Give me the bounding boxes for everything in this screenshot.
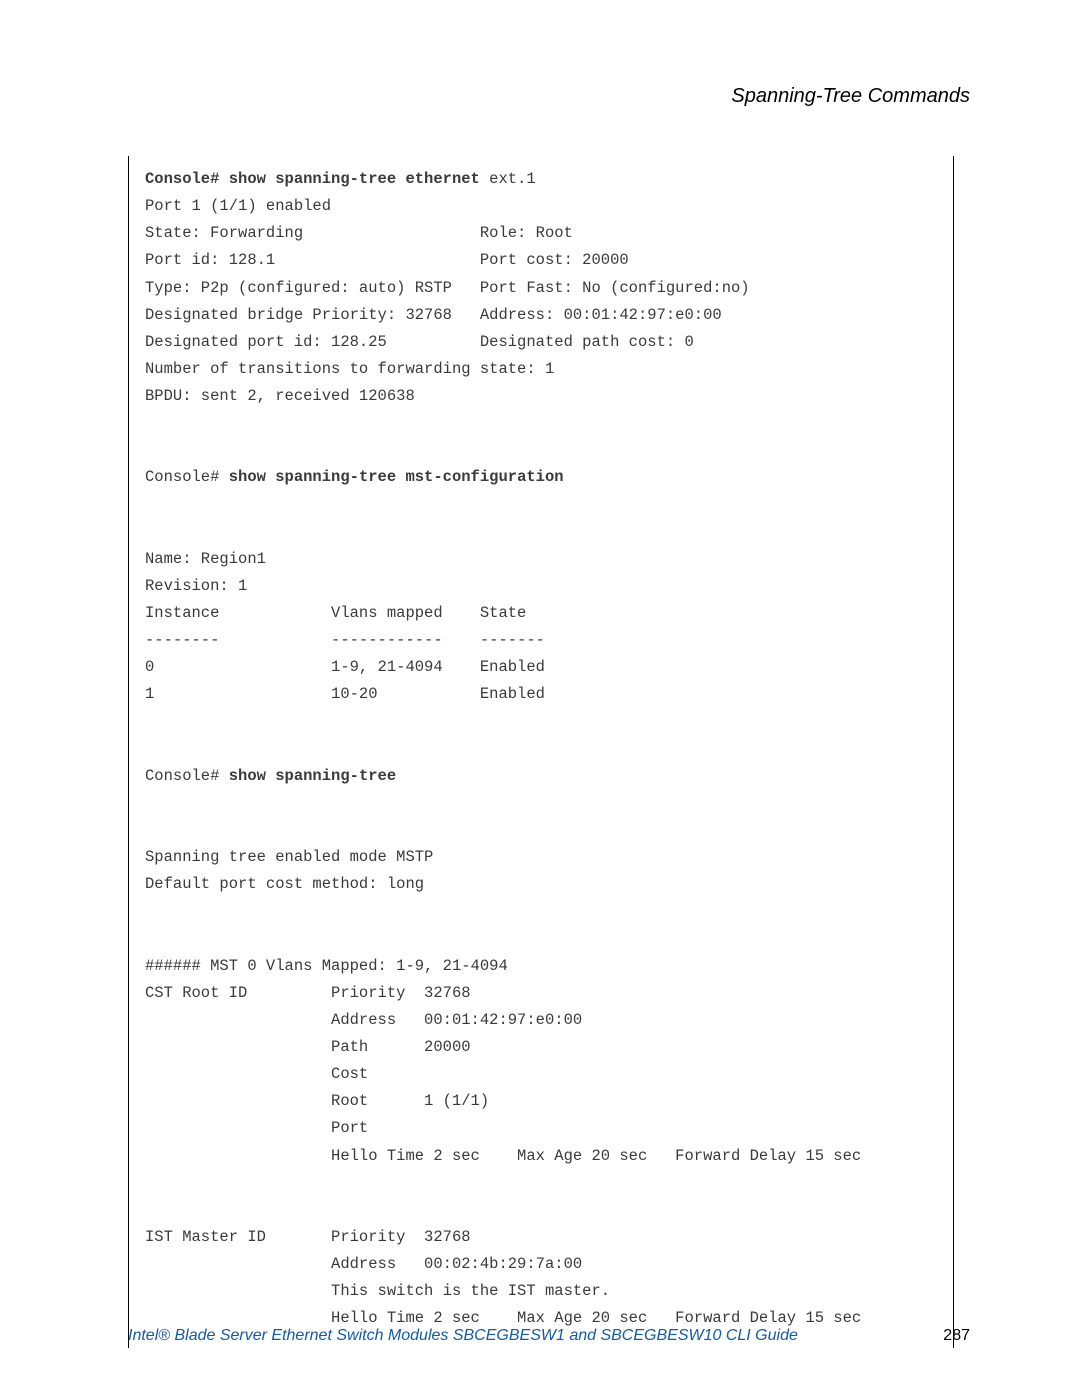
page: Spanning-Tree Commands Console# show spa… <box>0 0 1080 1397</box>
page-footer: Intel® Blade Server Ethernet Switch Modu… <box>0 1327 1080 1345</box>
cli-output-block: Console# show spanning-tree ethernet ext… <box>128 156 954 1348</box>
chapter-title: Spanning-Tree Commands <box>128 85 970 108</box>
footer-book-title: Intel® Blade Server Ethernet Switch Modu… <box>128 1327 798 1345</box>
footer-page-number: 287 <box>943 1327 970 1345</box>
